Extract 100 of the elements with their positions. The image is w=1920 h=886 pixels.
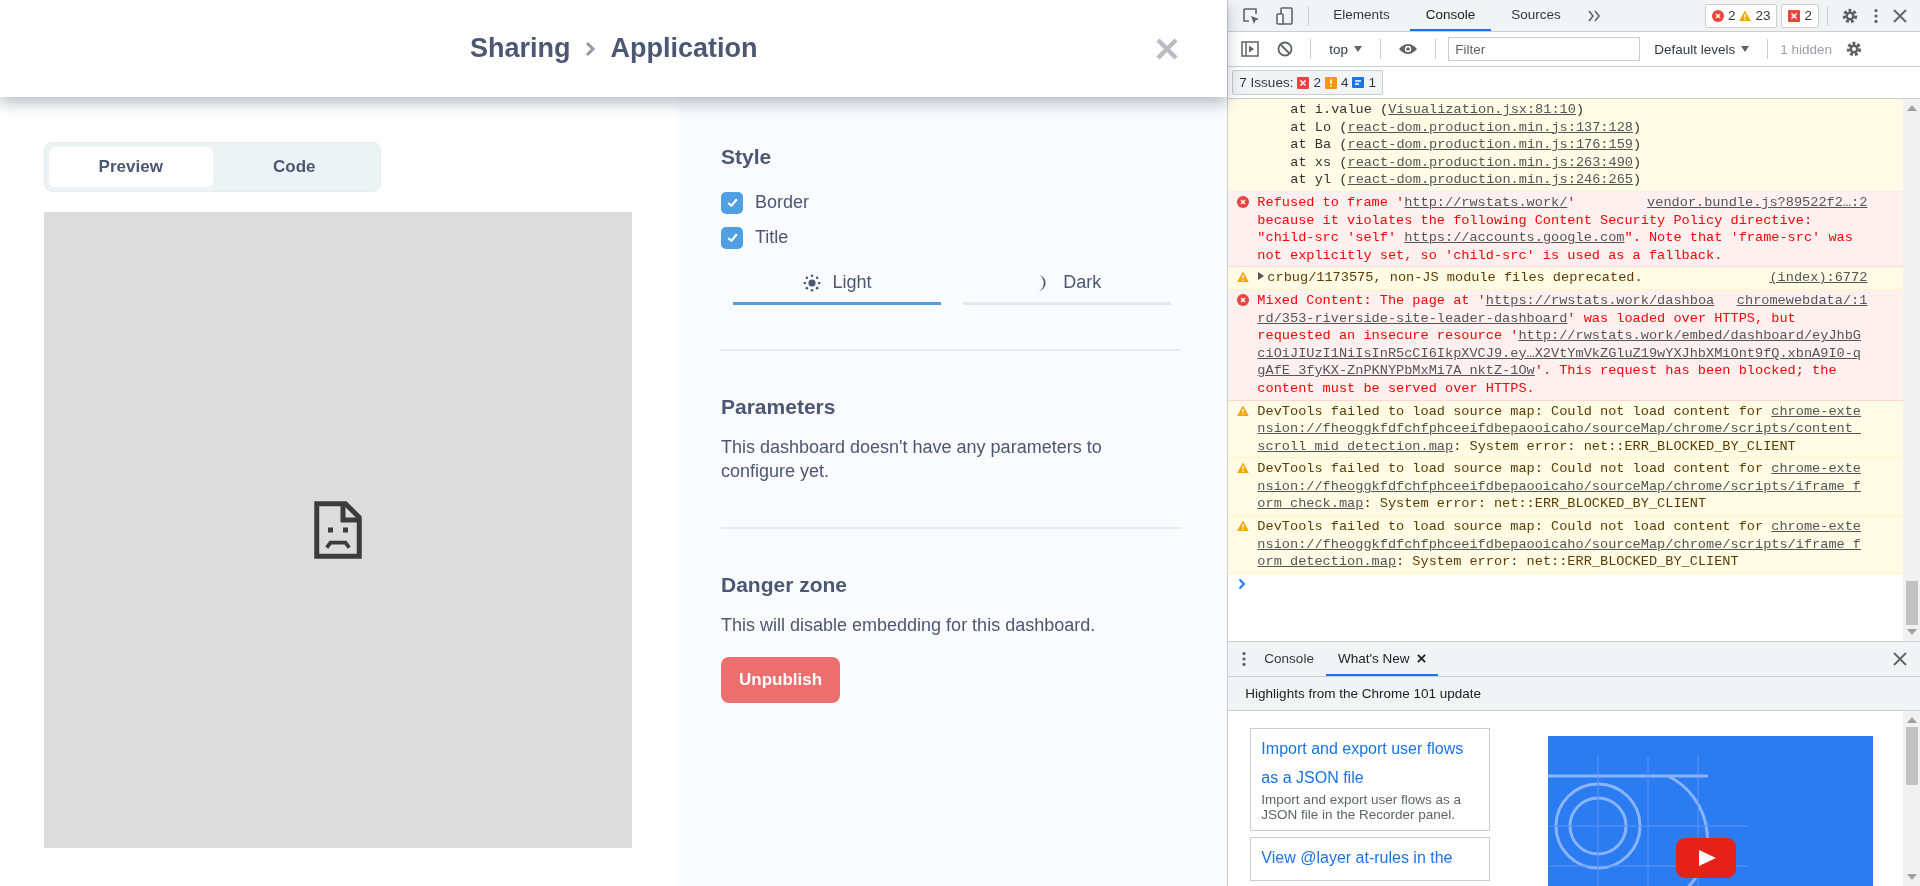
- console-link[interactable]: scroll_mid_detection.map: [1257, 438, 1454, 454]
- section-heading: Danger zone: [721, 573, 849, 597]
- checkbox[interactable]: [721, 226, 743, 249]
- checkbox-label: Title: [755, 227, 789, 248]
- console-link[interactable]: ciOiJIUzI1NiIsInR5cCI6IkpXVCJ9.ey…X2VtYmVkZGluZ19wYXJhbXMiOnt9fQ.xbnA9I0-q: [1257, 345, 1862, 361]
- settings-icon[interactable]: [1845, 40, 1863, 58]
- message-count-button[interactable]: 2 23: [1704, 3, 1778, 28]
- feature-card[interactable]: View @layer at-rules in the: [1250, 837, 1491, 881]
- message-text: ): [1633, 119, 1642, 135]
- warning-icon: [1739, 9, 1752, 22]
- section-text: This will disable embedding for this dashboard.: [721, 614, 1097, 637]
- console-link[interactable]: https://rwstats.work/dashboa: [1485, 292, 1715, 308]
- message-text: requested an insecure resource ': [1257, 328, 1519, 344]
- panel-tab[interactable]: Elements: [1317, 0, 1406, 31]
- console-link[interactable]: rd/353-riverside-site-leader-dashboard: [1257, 310, 1568, 326]
- error-icon: [1236, 293, 1249, 306]
- feature-description: Import and export user flows as a JSON file in the Recorder panel.: [1261, 792, 1462, 822]
- source-link[interactable]: (index):6772: [1769, 269, 1868, 287]
- console-link[interactable]: chrome-exte: [1771, 519, 1862, 535]
- caret-down-icon: [1741, 46, 1750, 52]
- close-icon[interactable]: [1417, 653, 1427, 663]
- section-text: This dashboard doesn't have any parameters to configure yet.: [721, 436, 1103, 483]
- console-link[interactable]: react-dom.production.min.js:263:490: [1347, 154, 1633, 170]
- scrollbar-thumb[interactable]: [1905, 581, 1918, 625]
- message-text: not explicitly set, so 'child-src' is used as a fallback.: [1257, 247, 1723, 263]
- play-button-icon[interactable]: [1676, 838, 1737, 878]
- sidebar-toggle-icon[interactable]: [1241, 41, 1260, 57]
- issue-info-icon: [1352, 76, 1365, 89]
- console-link[interactable]: gAfE_3fyKX-ZnPKNYPbMxMi7A_nktZ-1Ow: [1257, 363, 1535, 379]
- console-link[interactable]: react-dom.production.min.js:137:128: [1347, 119, 1633, 135]
- theme-tab[interactable]: Light: [733, 263, 942, 305]
- message-text: DevTools failed to load source map: Could not load content for: [1257, 519, 1765, 535]
- message-text: ' was loaded over HTTPS, but: [1567, 310, 1796, 326]
- message-text: at yl (: [1290, 172, 1348, 188]
- theme-tab[interactable]: Dark: [963, 263, 1172, 305]
- console-link[interactable]: chrome-exte: [1771, 461, 1862, 477]
- issues-button[interactable]: 7 Issues: 2 4 1: [1232, 70, 1383, 95]
- console-link[interactable]: nsion://fheoggkfdfchfphceeifdbepaooicaho/sourceMap/chrome/scripts/iframe_f: [1257, 478, 1862, 494]
- message-text: ': [1567, 194, 1576, 210]
- levels-dropdown[interactable]: Default levels: [1648, 40, 1756, 58]
- prompt-chevron-icon[interactable]: [1238, 577, 1247, 590]
- context-dropdown[interactable]: top: [1323, 40, 1369, 58]
- checkbox[interactable]: [721, 191, 743, 214]
- video-thumbnail[interactable]: [1548, 736, 1874, 886]
- issues-count-button[interactable]: 2: [1781, 3, 1819, 28]
- message-text: : System error: net::ERR_BLOCKED_BY_CLIENT: [1363, 496, 1707, 512]
- scrollbar[interactable]: [1903, 99, 1920, 641]
- issue-error-icon: [1788, 9, 1801, 22]
- scrollbar-thumb[interactable]: [1905, 727, 1918, 785]
- message-text: ): [1633, 137, 1642, 153]
- console-link[interactable]: orm_check.map: [1257, 496, 1364, 512]
- message-text: ". Note that 'frame-src' was: [1624, 230, 1853, 246]
- message-text: ): [1633, 154, 1642, 170]
- message-text: because it violates the following Content Security Policy directive:: [1257, 212, 1813, 228]
- console-link[interactable]: https://accounts.google.com: [1404, 230, 1625, 246]
- panel-tab[interactable]: Sources: [1495, 0, 1577, 31]
- checkmark-icon: [725, 196, 739, 209]
- console-link[interactable]: react-dom.production.min.js:246:265: [1347, 172, 1633, 188]
- view-tab[interactable]: Code: [212, 147, 376, 187]
- checkbox-label: Border: [755, 192, 810, 213]
- console-link[interactable]: http://rwstats.work/: [1404, 194, 1568, 210]
- feature-card[interactable]: Import and export user flows as a JSON file Import and export user flows as a JSON file in the Recorder panel.: [1250, 728, 1491, 831]
- drawer-tab[interactable]: Console: [1252, 642, 1326, 676]
- issue-warning-icon: [1324, 76, 1337, 89]
- console-link[interactable]: react-dom.production.min.js:176:159: [1347, 137, 1633, 153]
- feature-link[interactable]: View @layer at-rules in the: [1261, 843, 1480, 872]
- more-tabs-icon[interactable]: [1586, 9, 1601, 22]
- console-link[interactable]: nsion://fheoggkfdfchfphceeifdbepaooicaho/sourceMap/chrome/scripts/content_: [1257, 421, 1862, 437]
- expand-triangle-icon[interactable]: [1257, 271, 1266, 282]
- view-tab[interactable]: Preview: [49, 147, 213, 187]
- console-link[interactable]: http://rwstats.work/embed/dashboard/eyJhbG: [1518, 328, 1862, 344]
- scrollbar[interactable]: [1903, 711, 1920, 886]
- source-link[interactable]: chromewebdata/:1: [1736, 291, 1868, 310]
- checkmark-icon: [725, 231, 739, 244]
- eye-icon[interactable]: [1398, 42, 1419, 56]
- console-link[interactable]: chrome-exte: [1771, 403, 1862, 419]
- hidden-count: 1 hidden: [1780, 41, 1832, 57]
- filter-input[interactable]: Filter: [1448, 37, 1641, 61]
- clear-console-icon[interactable]: [1277, 41, 1294, 57]
- message-text: DevTools failed to load source map: Could not load content for: [1257, 403, 1765, 419]
- more-options-icon[interactable]: [1873, 6, 1879, 25]
- source-link[interactable]: vendor.bundle.js?89522f2…:2: [1647, 193, 1868, 212]
- more-options-icon[interactable]: [1241, 650, 1248, 668]
- breadcrumb-title: Sharing: [469, 33, 571, 64]
- console-link[interactable]: orm_detection.map: [1257, 554, 1397, 570]
- console-link[interactable]: nsion://fheoggkfdfchfphceeifdbepaooicaho/sourceMap/chrome/scripts/iframe_f: [1257, 536, 1862, 552]
- message-text: at Ba (: [1290, 137, 1348, 153]
- console-link[interactable]: Visualization.jsx:81:10: [1388, 102, 1576, 117]
- warning-icon: [1236, 462, 1249, 475]
- settings-icon[interactable]: [1841, 6, 1859, 25]
- message-text: at i.value (: [1290, 102, 1389, 117]
- feature-link[interactable]: Import and export user flows as a JSON file: [1261, 734, 1480, 792]
- message-text: ): [1575, 102, 1585, 117]
- message-text: at xs (: [1290, 154, 1348, 170]
- message-text: DevTools failed to load source map: Could not load content for: [1257, 461, 1765, 477]
- section-heading: Parameters: [721, 395, 837, 419]
- device-toggle-icon[interactable]: [1275, 5, 1296, 26]
- warning-count: 23: [1755, 8, 1771, 23]
- warning-icon: [1236, 271, 1249, 284]
- issue-error-icon: [1297, 76, 1310, 89]
